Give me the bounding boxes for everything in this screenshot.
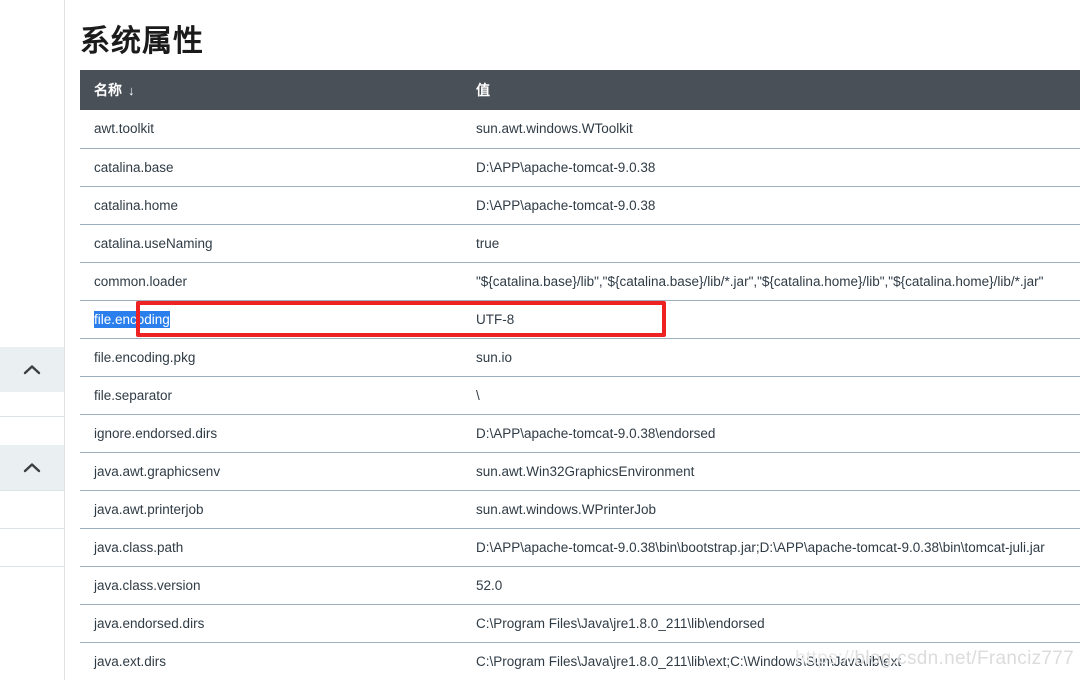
cell-property-value[interactable]: D:\APP\apache-tomcat-9.0.38 [462, 186, 1080, 225]
cell-property-name[interactable]: common.loader [80, 262, 462, 301]
column-header-value[interactable]: 值 [462, 70, 1080, 110]
property-name: catalina.home [94, 197, 179, 213]
cell-property-value[interactable]: C:\Program Files\Java\jre1.8.0_211\lib\e… [462, 604, 1080, 643]
cell-property-value[interactable]: 52.0 [462, 566, 1080, 605]
left-gutter [0, 0, 65, 680]
property-name: java.class.path [94, 539, 184, 555]
cell-property-value[interactable]: "${catalina.base}/lib","${catalina.base}… [462, 262, 1080, 301]
property-value: true [476, 235, 500, 251]
cell-property-value[interactable]: sun.awt.windows.WPrinterJob [462, 490, 1080, 529]
table-row[interactable]: catalina.home D:\APP\apache-tomcat-9.0.38 [80, 186, 1080, 225]
cell-property-value[interactable]: D:\APP\apache-tomcat-9.0.38\endorsed [462, 414, 1080, 453]
table-row[interactable]: awt.toolkit sun.awt.windows.WToolkit [80, 110, 1080, 149]
column-header-value-label: 值 [476, 82, 490, 98]
cell-property-value[interactable]: true [462, 224, 1080, 263]
cell-property-name[interactable]: java.awt.graphicsenv [80, 452, 462, 491]
sidebar-collapse-toggle-2[interactable] [0, 445, 64, 490]
table-row[interactable]: java.class.version 52.0 [80, 566, 1080, 605]
system-properties-table: 名称 ↓ 值 awt.toolkit sun.awt.windows.WToolki… [80, 70, 1080, 680]
property-value: sun.io [476, 349, 513, 365]
cell-property-name[interactable]: java.awt.printerjob [80, 490, 462, 529]
property-value: 52.0 [476, 577, 503, 593]
property-name: catalina.useNaming [94, 235, 213, 251]
property-value: UTF-8 [476, 311, 515, 327]
property-name: java.ext.dirs [94, 653, 167, 669]
table-row[interactable]: ignore.endorsed.dirs D:\APP\apache-tomcat… [80, 414, 1080, 453]
table-row[interactable]: java.awt.graphicsenv sun.awt.Win32Graphic… [80, 452, 1080, 491]
chevron-up-icon [23, 462, 41, 473]
property-name: java.awt.printerjob [94, 501, 204, 517]
property-value: sun.awt.windows.WPrinterJob [476, 501, 657, 517]
cell-property-name[interactable]: java.class.path [80, 528, 462, 567]
page-title: 系统属性 [80, 25, 204, 58]
table-row[interactable]: file.separator \ [80, 376, 1080, 415]
cell-property-name[interactable]: catalina.home [80, 186, 462, 225]
property-name: catalina.base [94, 159, 174, 175]
property-name: common.loader [94, 273, 188, 289]
property-value: D:\APP\apache-tomcat-9.0.38\endorsed [476, 425, 716, 441]
property-name: java.endorsed.dirs [94, 615, 205, 631]
property-name: awt.toolkit [94, 121, 155, 137]
cell-property-name[interactable]: catalina.useNaming [80, 224, 462, 263]
chevron-up-icon [23, 364, 41, 375]
sort-descending-icon: ↓ [128, 83, 135, 98]
sidebar-collapse-toggle-1[interactable] [0, 347, 64, 392]
cell-property-name[interactable]: catalina.base [80, 148, 462, 187]
property-value: D:\APP\apache-tomcat-9.0.38 [476, 197, 656, 213]
gutter-divider-4 [0, 566, 64, 567]
column-header-name-label: 名称 [94, 82, 122, 98]
cell-property-name[interactable]: ignore.endorsed.dirs [80, 414, 462, 453]
table-header: 名称 ↓ 值 [80, 70, 1080, 110]
table-header-row: 名称 ↓ 值 [80, 70, 1080, 110]
cell-property-name[interactable]: java.class.version [80, 566, 462, 605]
selected-property-name: file.encoding [94, 310, 170, 328]
cell-property-value[interactable]: D:\APP\apache-tomcat-9.0.38 [462, 148, 1080, 187]
property-value: D:\APP\apache-tomcat-9.0.38\bin\bootstra… [476, 539, 1045, 555]
watermark-text: blog.csdn.net/Franciz777 [854, 648, 1074, 669]
table-row[interactable]: java.endorsed.dirs C:\Program Files\Java\… [80, 604, 1080, 643]
property-value: sun.awt.windows.WToolkit [476, 121, 633, 137]
cell-property-value[interactable]: UTF-8 [462, 300, 1080, 339]
cell-property-value[interactable]: D:\APP\apache-tomcat-9.0.38\bin\bootstra… [462, 528, 1080, 567]
cell-property-name[interactable]: file.separator [80, 376, 462, 415]
property-name: file.separator [94, 387, 173, 403]
watermark: https://blog.csdn.net/Franciz777 [795, 648, 1074, 670]
watermark-prefix: https:// [795, 648, 855, 669]
table-body: awt.toolkit sun.awt.windows.WToolkit catal… [80, 110, 1080, 680]
main-content: 系统属性 名称 ↓ 值 awt.toolkit sun.awt.windows.WT… [66, 0, 1080, 680]
property-name: java.awt.graphicsenv [94, 463, 221, 479]
cell-property-name[interactable]: java.endorsed.dirs [80, 604, 462, 643]
cell-property-value[interactable]: sun.awt.windows.WToolkit [462, 110, 1080, 149]
cell-property-name[interactable]: file.encoding [80, 300, 462, 339]
cell-property-name[interactable]: file.encoding.pkg [80, 338, 462, 377]
column-header-name[interactable]: 名称 ↓ [80, 70, 462, 110]
gutter-divider-3 [0, 528, 64, 529]
property-name: java.class.version [94, 577, 201, 593]
table-row[interactable]: common.loader "${catalina.base}/lib","${c… [80, 262, 1080, 301]
cell-property-name[interactable]: java.ext.dirs [80, 642, 462, 680]
page-root: 系统属性 名称 ↓ 值 awt.toolkit sun.awt.windows.WT… [0, 0, 1080, 680]
table-row[interactable]: java.awt.printerjob sun.awt.windows.WPrin… [80, 490, 1080, 529]
table-row[interactable]: catalina.useNaming true [80, 224, 1080, 263]
cell-property-value[interactable]: sun.awt.Win32GraphicsEnvironment [462, 452, 1080, 491]
table-row[interactable]: file.encoding.pkg sun.io [80, 338, 1080, 377]
property-name: ignore.endorsed.dirs [94, 425, 218, 441]
cell-property-value[interactable]: sun.io [462, 338, 1080, 377]
property-value: \ [476, 387, 480, 403]
gutter-divider-1 [0, 416, 64, 417]
property-name: file.encoding.pkg [94, 349, 196, 365]
cell-property-value[interactable]: \ [462, 376, 1080, 415]
cell-property-name[interactable]: awt.toolkit [80, 110, 462, 149]
table-row[interactable]: java.class.path D:\APP\apache-tomcat-9.0.… [80, 528, 1080, 567]
property-value: "${catalina.base}/lib","${catalina.base}… [476, 273, 1044, 289]
property-value: sun.awt.Win32GraphicsEnvironment [476, 463, 695, 479]
gutter-divider-2 [0, 490, 64, 491]
table-row[interactable]: catalina.base D:\APP\apache-tomcat-9.0.38 [80, 148, 1080, 187]
table-row[interactable]: file.encoding UTF-8 [80, 300, 1080, 339]
property-value: D:\APP\apache-tomcat-9.0.38 [476, 159, 656, 175]
property-value: C:\Program Files\Java\jre1.8.0_211\lib\e… [476, 615, 765, 631]
